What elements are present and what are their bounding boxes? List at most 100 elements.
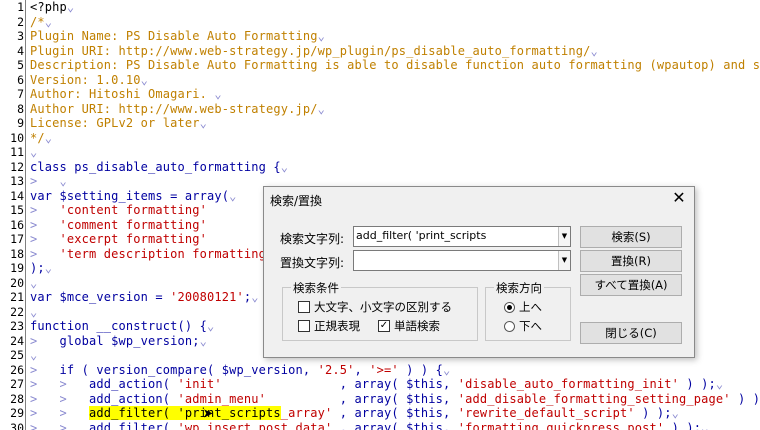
search-button[interactable]: 検索(S)	[580, 226, 682, 248]
code-line[interactable]: 3 Plugin Name: PS Disable Auto Formatting…	[0, 29, 760, 44]
code-line[interactable]: 12 class ps_disable_auto_formatting {⌄	[0, 160, 760, 175]
code-text: > global $wp_version;⌄	[30, 334, 207, 349]
code-token: ) );	[679, 377, 716, 391]
code-token: /*	[30, 14, 45, 29]
code-token: $mce_version =	[52, 290, 171, 304]
code-token: , array( $this,	[332, 420, 458, 430]
regex-label: 正規表現	[314, 319, 360, 333]
search-input[interactable]	[356, 228, 556, 243]
code-token: ⌄	[30, 275, 38, 290]
line-number: 25	[10, 348, 24, 362]
word-search-label: 単語検索	[394, 319, 440, 333]
code-token: Plugin URI: http://www.web-strategy.jp/w…	[30, 43, 591, 58]
code-line[interactable]: 4 Plugin URI: http://www.web-strategy.jp/…	[0, 44, 760, 59]
line-number: 19	[10, 261, 24, 275]
mouse-pointer-icon: ➤	[203, 404, 214, 425]
code-token: global	[59, 333, 104, 348]
replace-all-button[interactable]: すべて置換(A)	[580, 274, 682, 296]
code-token: ⌄	[229, 188, 237, 203]
replace-input[interactable]	[356, 252, 556, 267]
code-token: ps_disable_auto_formatting {	[66, 159, 281, 174]
code-token: */	[30, 130, 45, 145]
code-token: 'admin_menu'	[177, 391, 266, 406]
line-number: 27	[10, 377, 24, 391]
word-search-checkbox[interactable]: ✓	[378, 320, 390, 332]
replace-dropdown-arrow-icon[interactable]: ▼	[558, 251, 570, 270]
code-line[interactable]: 2 /*⌄	[0, 15, 760, 30]
code-token: ⌄	[44, 14, 53, 29]
code-text: ⌄	[30, 145, 37, 160]
code-line[interactable]: 6 Version: 1.0.10⌄	[0, 73, 760, 88]
direction-up-radio[interactable]	[504, 302, 515, 313]
code-line[interactable]: 27 > > add_action( 'init' , array( $this,…	[0, 377, 760, 392]
code-line[interactable]: 9 License: GPLv2 or later⌄	[0, 116, 760, 131]
code-token: _array'	[280, 406, 333, 420]
code-token: Author: Hitoshi Omagari.	[30, 87, 207, 101]
code-line[interactable]: 8 Author URI: http://www.web-strategy.jp/…	[0, 102, 760, 117]
code-line[interactable]: 30 > > add_filter( 'wp_insert_post_data' …	[0, 421, 760, 430]
code-token: ⌄	[443, 362, 451, 377]
code-text: */⌄	[30, 131, 52, 146]
code-token: ⌄	[317, 101, 325, 116]
code-token: '2.5'	[317, 362, 355, 377]
code-text: Version: 1.0.10⌄	[30, 73, 148, 88]
code-token: Plugin Name: PS Disable Auto Formatting	[30, 29, 318, 43]
code-token: <?php	[30, 0, 67, 14]
search-direction-title: 検索方向	[494, 280, 544, 296]
code-token: add_action(	[89, 377, 178, 391]
code-token: ⌄	[701, 420, 709, 430]
code-text: ⌄	[30, 305, 37, 320]
code-line[interactable]: 28 > > add_action( 'admin_menu' , array( …	[0, 392, 760, 407]
line-number: 22	[10, 304, 24, 319]
code-token: ) );	[737, 391, 760, 406]
code-text: License: GPLv2 or later⌄	[30, 116, 207, 131]
code-token: License: GPLv2 or later	[30, 116, 200, 130]
direction-down-radio[interactable]	[504, 321, 515, 332]
code-text: function __construct() {⌄	[30, 319, 214, 334]
code-token: > >	[30, 406, 89, 420]
code-text: );⌄	[30, 261, 52, 276]
code-token: ) );	[664, 420, 702, 430]
code-token: 'disable_auto_formatting_init'	[457, 377, 679, 391]
close-icon[interactable]: ✕	[670, 189, 688, 207]
replace-combobox[interactable]: ▼	[353, 250, 571, 271]
code-text: ⌄	[30, 348, 37, 363]
code-token: > ⌄	[30, 174, 67, 188]
line-number: 29	[10, 406, 24, 420]
line-number: 9	[17, 116, 24, 130]
code-line[interactable]: 1 <?php⌄	[0, 0, 760, 15]
code-line[interactable]: 11 ⌄	[0, 145, 760, 160]
code-token: ⌄	[30, 348, 38, 362]
code-token: ⌄	[207, 319, 215, 333]
code-token: 'comment formatting'	[59, 217, 207, 232]
code-token: $setting_items =	[52, 188, 185, 203]
regex-checkbox[interactable]	[298, 320, 310, 332]
line-number: 10	[10, 130, 24, 145]
code-line[interactable]: 26 > if ( version_compare( $wp_version, '…	[0, 363, 760, 378]
code-token: ⌄	[66, 0, 75, 14]
line-number: 8	[17, 101, 24, 116]
line-number: 26	[10, 362, 24, 377]
code-line[interactable]: 10 */⌄	[0, 131, 760, 146]
search-combobox[interactable]: ▼	[353, 226, 571, 247]
code-token: ) );	[634, 406, 672, 420]
line-number: 12	[10, 159, 24, 174]
code-line[interactable]: 5 Description: PS Disable Auto Formatting…	[0, 58, 760, 73]
close-button[interactable]: 閉じる(C)	[580, 322, 682, 344]
code-text: > > add_filter( 'print_scripts_array' , …	[30, 406, 679, 421]
code-token: 'term description formatting'	[59, 246, 274, 261]
case-sensitive-checkbox[interactable]	[298, 301, 310, 313]
code-line[interactable]: 7 Author: Hitoshi Omagari. ⌄	[0, 87, 760, 102]
code-token: ⌄	[251, 290, 259, 304]
code-token: > >	[30, 420, 89, 430]
line-number: 5	[17, 58, 24, 72]
code-token: 'content formatting'	[59, 203, 207, 217]
code-line[interactable]: 29 > > add_filter( 'print_scripts_array' …	[0, 406, 760, 421]
code-token: var	[30, 188, 53, 203]
code-text: /*⌄	[30, 15, 52, 30]
code-token: >	[30, 333, 60, 348]
replace-button[interactable]: 置換(R)	[580, 250, 682, 272]
code-text: Author URI: http://www.web-strategy.jp/⌄	[30, 102, 325, 117]
line-number: 24	[10, 333, 24, 348]
search-dropdown-arrow-icon[interactable]: ▼	[558, 227, 570, 246]
